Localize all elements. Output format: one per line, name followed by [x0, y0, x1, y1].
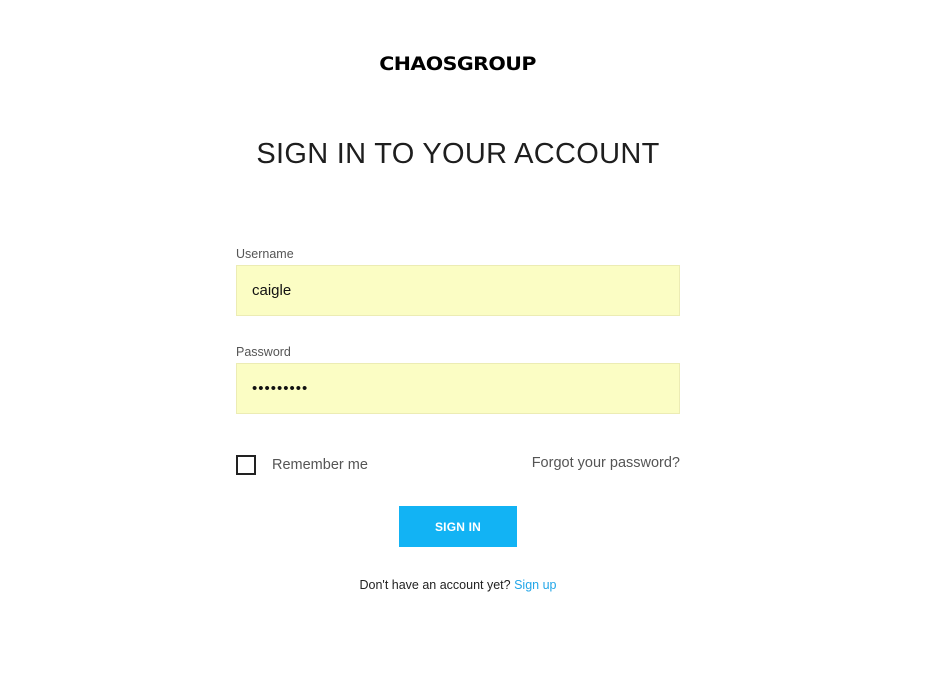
signup-prompt: Don't have an account yet? Sign up [0, 578, 916, 592]
password-input[interactable] [236, 363, 680, 414]
username-input[interactable] [236, 265, 680, 316]
password-label: Password [236, 345, 291, 359]
remember-me-checkbox[interactable] [236, 455, 256, 475]
sign-in-button[interactable]: SIGN IN [399, 506, 517, 547]
forgot-password-link[interactable]: Forgot your password? [532, 455, 680, 471]
username-label: Username [236, 247, 294, 261]
signup-prompt-text: Don't have an account yet? [359, 578, 511, 592]
page-title: SIGN IN TO YOUR ACCOUNT [256, 138, 660, 170]
remember-me[interactable]: Remember me [236, 455, 368, 475]
logo-text: CHAOSGROUP [379, 53, 537, 75]
chaosgroup-logo: CHAOSGROUP [366, 53, 550, 75]
remember-me-label: Remember me [272, 457, 368, 473]
sign-up-link[interactable]: Sign up [514, 578, 556, 592]
